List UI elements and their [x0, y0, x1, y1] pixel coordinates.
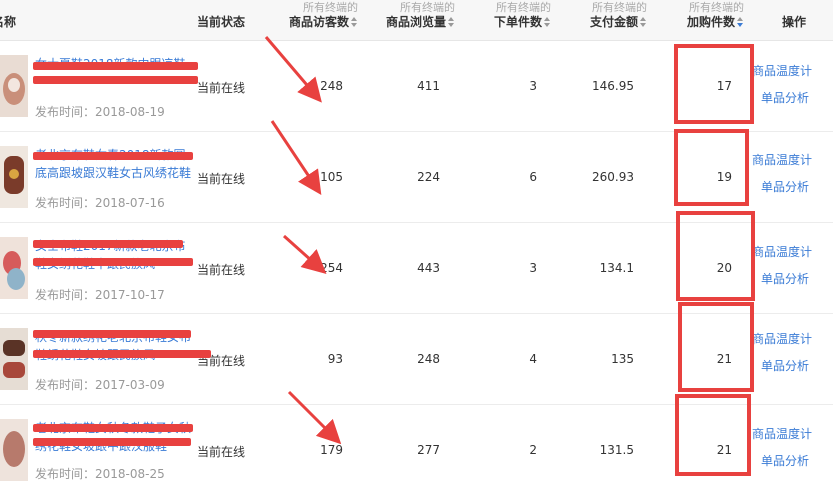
arrow-annotations [264, 36, 342, 445]
arrow-icon [282, 234, 327, 275]
arrow-icon [270, 120, 322, 195]
arrow-icon [287, 390, 342, 445]
arrow-icon [264, 36, 322, 103]
